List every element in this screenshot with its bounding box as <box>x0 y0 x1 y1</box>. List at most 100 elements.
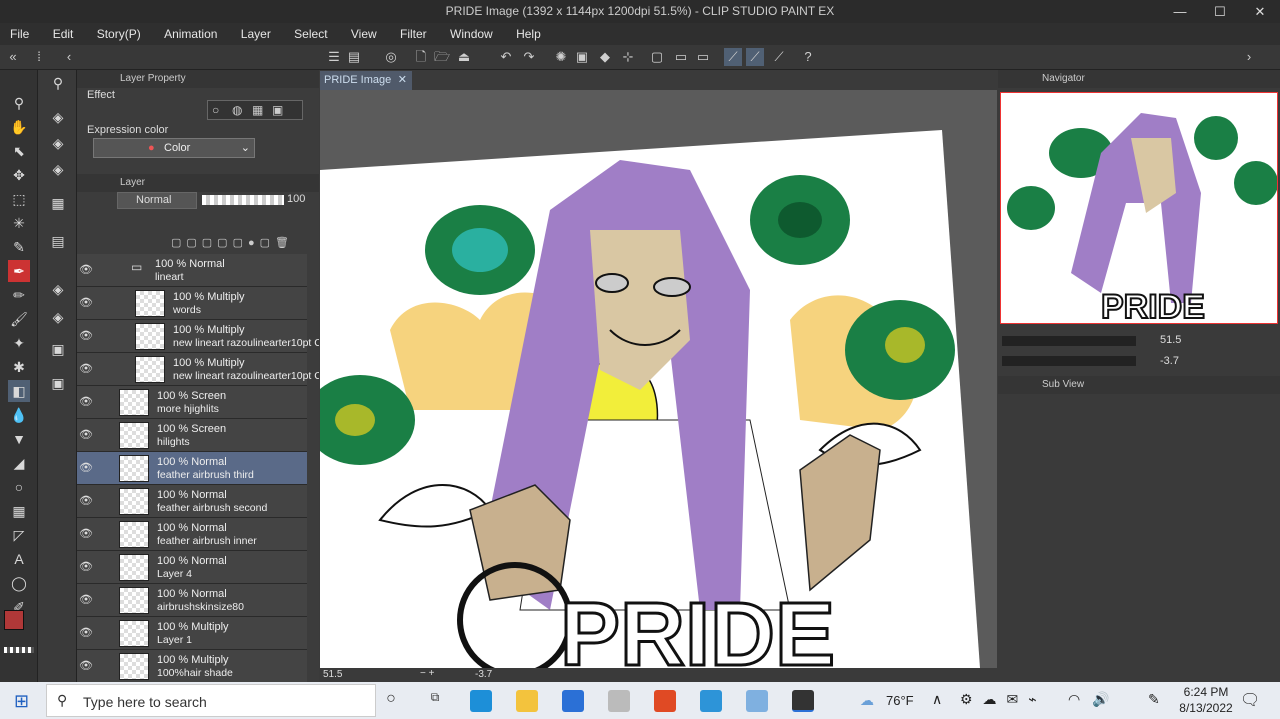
notification-icon[interactable]: 🗨 <box>1240 690 1260 710</box>
border-effect-icon[interactable]: ○ <box>212 103 219 117</box>
nav-rotate-slider[interactable] <box>1002 356 1136 366</box>
chevron-left-icon[interactable]: ‹ <box>60 48 78 66</box>
snap-special-icon[interactable]: ⟋ <box>746 48 764 66</box>
eye-icon[interactable]: 👁 <box>79 560 93 574</box>
fill-tool-icon[interactable]: ▼ <box>8 428 30 450</box>
cortana-icon[interactable]: ○ <box>380 690 402 712</box>
clip-studio-taskbar-icon[interactable] <box>608 690 630 712</box>
eye-icon[interactable]: 👁 <box>79 428 93 442</box>
app2-icon[interactable] <box>746 690 768 712</box>
pen-icon[interactable]: ✒ <box>8 260 30 282</box>
transparent-color-icon[interactable] <box>4 647 34 653</box>
layer-row[interactable]: 👁 100 % Normal Layer 4 <box>77 551 307 584</box>
opacity-slider[interactable] <box>202 195 284 205</box>
hamburger-icon[interactable]: ☰ <box>325 48 343 66</box>
open-icon[interactable]: 🗁 <box>433 48 451 66</box>
nav-zoom-value[interactable]: 51.5 <box>1160 334 1181 346</box>
windows-start-icon[interactable]: ⊞ <box>14 691 29 712</box>
weather-temp[interactable]: 76°F <box>886 693 914 708</box>
nav-rotation-value[interactable]: -3.7 <box>1160 355 1179 367</box>
expression-select[interactable]: ● Color ⌄ <box>93 138 255 158</box>
tray-icons[interactable]: ⚙☁✉⌁ <box>960 691 1047 708</box>
text-icon[interactable]: A <box>8 548 30 570</box>
layer-row[interactable]: 👁 100 % Normal airbrushskinsize80 <box>77 584 307 617</box>
menu-window[interactable]: Window <box>440 23 503 45</box>
volume-icon[interactable]: 🔊 <box>1092 691 1109 708</box>
menu-file[interactable]: File <box>0 23 39 45</box>
collapse-left-icon[interactable]: « <box>4 48 22 66</box>
ruler-icon[interactable]: ◸ <box>8 524 30 546</box>
menu-filter[interactable]: Filter <box>390 23 437 45</box>
task-view-icon[interactable]: ⧉ <box>424 690 446 712</box>
tray-chevron-icon[interactable]: ∧ <box>932 691 942 708</box>
selection-tool-icon[interactable]: ⬚ <box>8 188 30 210</box>
layer-row[interactable]: 👁 100 % Multiply new lineart razoulinearte… <box>77 353 319 386</box>
redo-icon[interactable]: ↷ <box>520 48 538 66</box>
layer-row[interactable]: 👁 ▭ 100 % Normal lineart <box>77 254 307 287</box>
snap-grid-icon[interactable]: ⟋ <box>770 48 788 66</box>
fill-icon[interactable]: ◆ <box>596 48 614 66</box>
canvas-rotation-value[interactable]: -3.7 <box>475 669 492 680</box>
menu-edit[interactable]: Edit <box>43 23 84 45</box>
pencil-icon[interactable]: ✏ <box>8 284 30 306</box>
search-icon[interactable]: ⚲ <box>47 72 69 94</box>
undo-icon[interactable]: ↶ <box>497 48 515 66</box>
color-wheel-icon[interactable]: ◈ <box>47 158 69 180</box>
zoom-icon[interactable]: ⚲ <box>8 92 30 114</box>
history-icon[interactable]: ▣ <box>47 338 69 360</box>
close-button[interactable]: ✕ <box>1240 0 1280 23</box>
watercolor-icon[interactable]: ◍ <box>232 103 242 117</box>
layer-row[interactable]: 👁 100 % Multiply words <box>77 287 307 320</box>
chevron-right-icon[interactable]: › <box>1240 48 1258 66</box>
new-file-icon[interactable]: 🗋 <box>412 48 430 66</box>
brush-size-icon[interactable]: ◈ <box>47 132 69 154</box>
blend-icon[interactable]: 💧 <box>8 404 30 426</box>
layers-stack-icon[interactable]: ◈ <box>47 306 69 328</box>
menu-animation[interactable]: Animation <box>154 23 227 45</box>
eye-icon[interactable]: 👁 <box>79 263 93 277</box>
menu-layer[interactable]: Layer <box>231 23 281 45</box>
materials-icon[interactable]: ◈ <box>47 278 69 300</box>
eraser-icon[interactable]: ◧ <box>8 380 30 402</box>
clock-time[interactable]: 6:24 PM <box>1176 685 1236 699</box>
eye-icon[interactable]: 👁 <box>79 659 93 673</box>
transform-icon[interactable]: ⊹ <box>619 48 637 66</box>
clip-studio-icon[interactable]: ◎ <box>382 48 400 66</box>
frame-icon[interactable]: ▭ <box>672 48 690 66</box>
brush-icon[interactable]: 🖌 <box>8 308 30 330</box>
wifi-icon[interactable]: ◠ <box>1068 691 1080 708</box>
layer-row[interactable]: 👁 100 % Multiply 100%hair shade <box>77 650 307 682</box>
search-layer-icon[interactable]: ▣ <box>47 372 69 394</box>
move-icon[interactable]: ✥ <box>8 164 30 186</box>
magic-wand-icon[interactable]: ✳ <box>8 212 30 234</box>
layer-color-icon[interactable]: ▣ <box>272 103 283 117</box>
menu-story[interactable]: Story(P) <box>87 23 151 45</box>
tab-close-icon[interactable]: ✕ <box>398 71 407 90</box>
gradient-icon[interactable]: ◢ <box>8 452 30 474</box>
eye-icon[interactable]: 👁 <box>79 461 93 475</box>
layer-panel-icon[interactable]: ▤ <box>47 230 69 252</box>
figure-icon[interactable]: ○ <box>8 476 30 498</box>
layer-row[interactable]: 👁 100 % Normal feather airbrush inner <box>77 518 307 551</box>
nav-zoom-slider[interactable] <box>1002 336 1136 346</box>
clock-date[interactable]: 8/13/2022 <box>1172 701 1240 715</box>
new-canvas-icon[interactable]: ▤ <box>345 48 363 66</box>
effect-buttons[interactable]: ○ ◍ ▦ ▣ <box>207 100 303 120</box>
main-color-swatch[interactable] <box>4 610 24 630</box>
layer-row[interactable]: 👁 100 % Multiply new lineart razoulinearte… <box>77 320 319 353</box>
search-box[interactable]: ⚲ Type here to search <box>46 684 376 717</box>
blend-mode-select[interactable]: Normal <box>117 192 197 209</box>
artwork-canvas[interactable]: PRIDE <box>320 90 985 668</box>
eye-icon[interactable]: 👁 <box>79 395 93 409</box>
property-icon[interactable]: ◈ <box>47 106 69 128</box>
eye-icon[interactable]: 👁 <box>79 527 93 541</box>
menu-help[interactable]: Help <box>506 23 551 45</box>
save-icon[interactable]: ⏏ <box>455 48 473 66</box>
edge-icon[interactable] <box>470 690 492 712</box>
office-icon[interactable] <box>654 690 676 712</box>
tone-icon[interactable]: ▦ <box>252 103 263 117</box>
minimize-button[interactable]: — <box>1160 0 1200 23</box>
maximize-button[interactable]: ☐ <box>1200 0 1240 23</box>
eye-icon[interactable]: 👁 <box>79 296 93 310</box>
layer-action-icons[interactable]: ▢▢▢▢▢●▢🗑 <box>171 236 321 250</box>
